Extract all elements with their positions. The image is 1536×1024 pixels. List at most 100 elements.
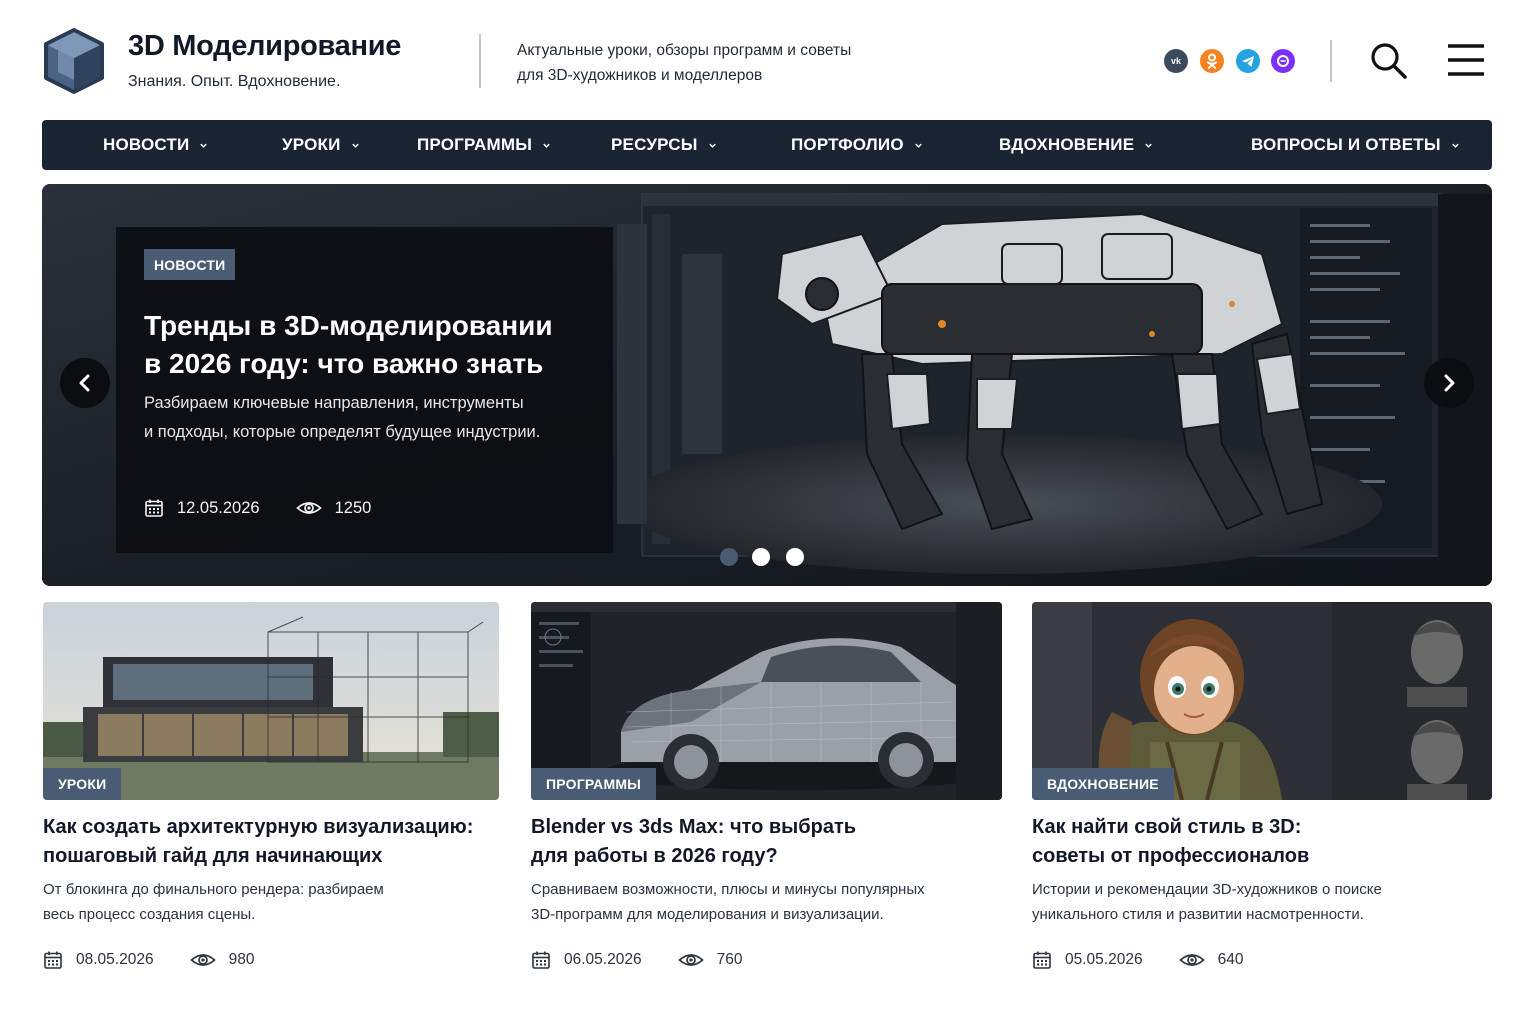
header-divider [1330,40,1332,82]
card-title[interactable]: Как найти свой стиль в 3D: советы от про… [1032,813,1492,871]
eye-icon [1178,954,1205,966]
card-category-badge[interactable]: ПРОГРАММЫ [531,768,657,800]
hero-title[interactable]: Тренды в 3D-моделировании в 2026 году: ч… [144,307,594,383]
header-description: Актуальные уроки, обзоры программ и сове… [517,38,897,88]
hero-slider[interactable]: НОВОСТИ Тренды в 3D-моделировании в 2026… [42,184,1492,586]
nav-item-lessons[interactable]: УРОКИ [282,120,360,170]
card-category-badge[interactable]: ВДОХНОВЕНИЕ [1032,768,1174,800]
chevron-down-icon [1451,143,1459,148]
nav-item-label: ВДОХНОВЕНИЕ [999,135,1135,154]
chevron-down-icon [351,143,359,148]
nav-item-label: ПРОГРАММЫ [417,135,533,154]
card-description: Сравниваем возможности, плюсы и минусы п… [531,877,1002,927]
hero-title-line: в 2026 году: что важно знать [144,348,544,379]
card-date: 06.05.2026 [564,951,642,968]
hero-meta: 12.05.2026 1250 [144,496,371,520]
card-description-line: уникального стиля и развитии насмотренно… [1032,906,1364,923]
header-divider [479,34,481,88]
card-meta: 08.05.2026 980 [43,948,254,972]
card-title-line: пошаговый гайд для начинающих [43,845,383,867]
nav-item-portfolio[interactable]: ПОРТФОЛИО [791,120,923,170]
hamburger-menu-icon[interactable] [1446,42,1486,78]
chevron-right-icon [1444,374,1455,392]
search-icon[interactable] [1368,40,1408,80]
card-image[interactable]: ВДОХНОВЕНИЕ [1032,602,1492,800]
calendar-icon [44,951,62,969]
article-card[interactable]: УРОКИ Как создать архитектурную визуализ… [43,602,499,969]
card-title-line: Blender vs 3ds Max: что выбрать [531,816,857,838]
slider-next-button[interactable] [1424,358,1474,408]
card-date: 08.05.2026 [76,951,154,968]
logo-cube-icon[interactable] [42,26,106,96]
hero-description: Разбираем ключевые направления, инструме… [144,389,594,447]
card-title-line: для работы в 2026 году? [531,845,778,867]
site-header: 3D Моделирование Знания. Опыт. Вдохновен… [0,0,1536,118]
slider-dot[interactable] [786,548,804,566]
card-description-line: Сравниваем возможности, плюсы и минусы п… [531,881,925,898]
article-card[interactable]: ВДОХНОВЕНИЕ Как найти свой стиль в 3D: с… [1032,602,1492,969]
card-meta: 05.05.2026 640 [1032,948,1243,972]
calendar-icon [532,951,550,969]
card-description-line: 3D-программ для моделирования и визуализ… [531,906,884,923]
card-views: 980 [228,951,255,968]
eye-icon [677,954,704,966]
chevron-down-icon [708,143,716,148]
calendar-icon [1033,951,1051,969]
calendar-icon [145,499,163,517]
card-description: Истории и рекомендации 3D-художников о п… [1032,877,1492,927]
nav-item-faq[interactable]: ВОПРОСЫ И ОТВЕТЫ [1251,120,1460,170]
card-meta: 06.05.2026 760 [531,948,742,972]
card-description: От блокинга до финального рендера: разби… [43,877,499,927]
card-title-line: Как найти свой стиль в 3D: [1032,816,1302,838]
chevron-left-icon [79,374,90,392]
nav-item-label: УРОКИ [282,135,341,154]
slider-prev-button[interactable] [60,358,110,408]
nav-item-label: НОВОСТИ [103,135,190,154]
hero-description-line: Разбираем ключевые направления, инструме… [144,394,524,412]
nav-item-news[interactable]: НОВОСТИ [103,120,208,170]
card-date: 05.05.2026 [1065,951,1143,968]
nav-item-inspiration[interactable]: ВДОХНОВЕНИЕ [999,120,1153,170]
hero-views: 1250 [334,498,372,517]
card-title-line: советы от профессионалов [1032,845,1310,867]
card-category-badge[interactable]: УРОКИ [43,768,122,800]
header-description-line: Актуальные уроки, обзоры программ и сове… [517,42,852,59]
main-navigation: НОВОСТИ УРОКИ ПРОГРАММЫ РЕСУРСЫ ПОРТФОЛИ… [42,120,1492,170]
card-views: 640 [1217,951,1244,968]
hero-description-line: и подходы, которые определят будущее инд… [144,423,541,441]
article-card[interactable]: ПРОГРАММЫ Blender vs 3ds Max: что выбрат… [531,602,1002,969]
hero-date: 12.05.2026 [177,498,260,517]
chevron-down-icon [1145,143,1152,148]
chevron-down-icon [915,143,922,148]
site-title[interactable]: 3D Моделирование [128,30,401,63]
vk-icon[interactable]: vk [1164,49,1188,73]
chevron-down-icon [543,143,550,148]
telegram-icon[interactable] [1236,49,1260,73]
slider-dot-active[interactable] [720,548,738,566]
site-tagline: Знания. Опыт. Вдохновение. [128,73,341,90]
hero-category-badge[interactable]: НОВОСТИ [144,249,236,280]
card-description-line: Истории и рекомендации 3D-художников о п… [1032,881,1382,898]
max-messenger-icon[interactable] [1271,49,1295,73]
nav-item-resources[interactable]: РЕСУРСЫ [611,120,717,170]
odnoklassniki-icon[interactable] [1200,49,1224,73]
chevron-down-icon [200,143,208,148]
eye-icon [295,502,322,514]
card-title[interactable]: Как создать архитектурную визуализацию: … [43,813,499,871]
nav-item-label: ПОРТФОЛИО [791,135,904,154]
eye-icon [189,954,216,966]
card-title[interactable]: Blender vs 3ds Max: что выбрать для рабо… [531,813,1002,871]
hero-title-line: Тренды в 3D-моделировании [144,310,553,341]
slider-dot[interactable] [752,548,770,566]
nav-item-label: ВОПРОСЫ И ОТВЕТЫ [1251,135,1441,154]
card-image[interactable]: УРОКИ [43,602,499,800]
nav-item-label: РЕСУРСЫ [611,135,698,154]
card-image[interactable]: ПРОГРАММЫ [531,602,1002,800]
card-views: 760 [716,951,743,968]
card-description-line: весь процесс создания сцены. [43,906,256,923]
nav-item-programs[interactable]: ПРОГРАММЫ [417,120,551,170]
header-description-line: для 3D-художников и моделлеров [517,67,763,84]
hero-caption-panel: НОВОСТИ Тренды в 3D-моделировании в 2026… [116,227,613,553]
card-description-line: От блокинга до финального рендера: разби… [43,881,384,898]
card-title-line: Как создать архитектурную визуализацию: [43,816,474,838]
